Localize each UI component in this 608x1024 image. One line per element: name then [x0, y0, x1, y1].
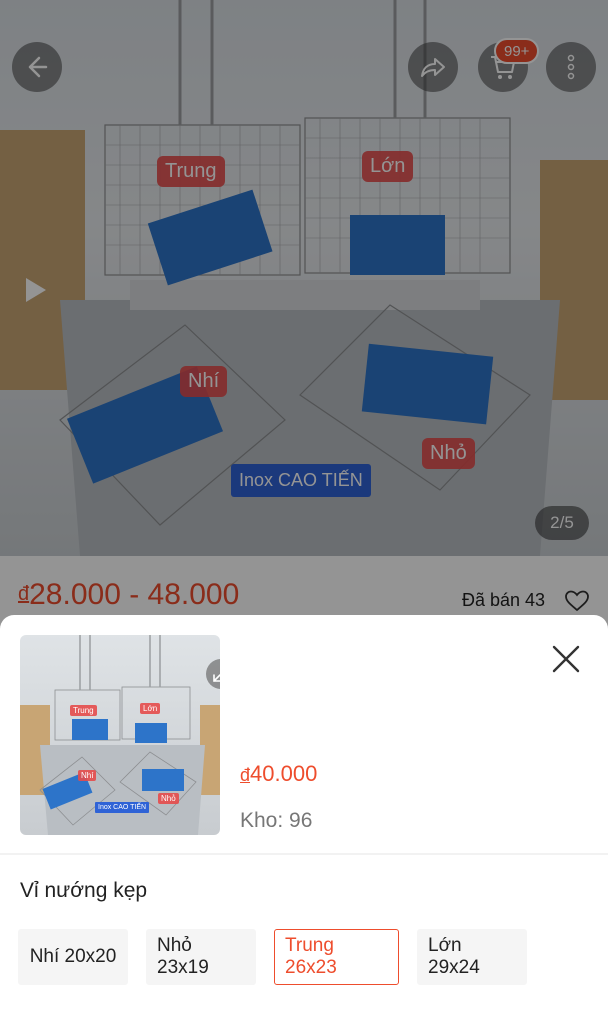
- option-trung-26x23[interactable]: Trung 26x23: [274, 929, 399, 985]
- expand-icon: [213, 674, 220, 682]
- thumb-label-trung: Trung: [70, 705, 97, 716]
- thumb-label-lon: Lớn: [140, 703, 161, 714]
- option-nhi-20x20[interactable]: Nhí 20x20: [18, 929, 128, 985]
- selected-price-value: 40.000: [250, 761, 318, 786]
- thumb-label-brand: Inox CAO TIẾN: [95, 802, 150, 813]
- thumb-label-nhi: Nhí: [78, 770, 97, 781]
- thumb-label-nho: Nhỏ: [158, 793, 179, 804]
- selected-variant-thumbnail[interactable]: Trung Lớn Nhí Nhỏ Inox CAO TIẾN: [20, 635, 220, 835]
- selected-price-currency: đ: [240, 765, 251, 785]
- stock-count: Kho: 96: [240, 809, 313, 832]
- selected-price: đ40.000: [240, 761, 317, 787]
- option-nho-23x19[interactable]: Nhỏ 23x19: [146, 929, 256, 985]
- variant-sheet: Trung Lớn Nhí Nhỏ Inox CAO TIẾN đ40.000 …: [0, 615, 608, 1024]
- sheet-divider: [0, 853, 608, 855]
- variation-name: Vỉ nướng kẹp: [20, 879, 148, 902]
- close-icon[interactable]: [546, 639, 586, 679]
- variant-options: Nhí 20x20 Nhỏ 23x19 Trung 26x23 Lớn 29x2…: [18, 929, 527, 985]
- option-lon-29x24[interactable]: Lớn 29x24: [417, 929, 527, 985]
